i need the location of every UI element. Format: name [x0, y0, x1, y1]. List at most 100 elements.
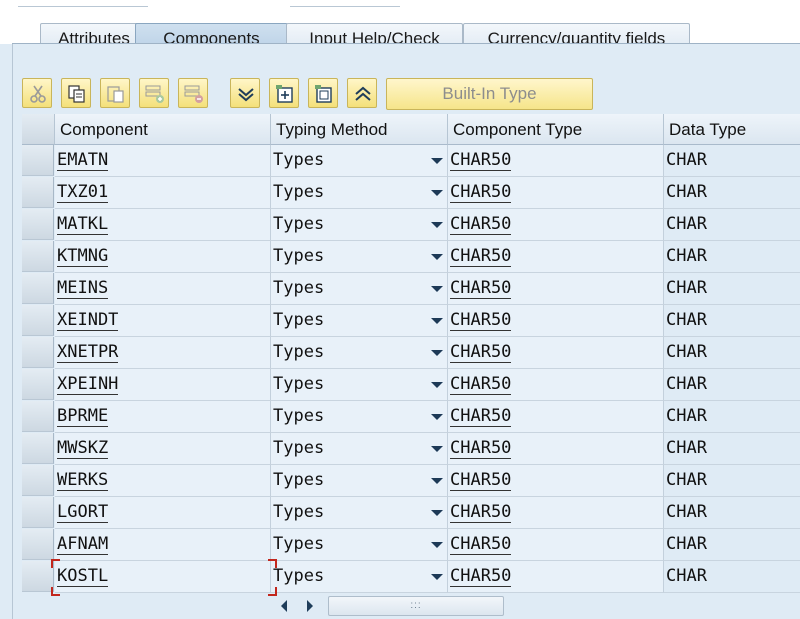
dropdown-arrow-icon[interactable] — [431, 190, 443, 196]
component-cell[interactable]: XNETPR — [55, 337, 271, 369]
select-all-corner[interactable] — [22, 114, 55, 145]
header-component-type[interactable]: Component Type — [448, 114, 664, 145]
component-type-cell-value[interactable]: CHAR50 — [450, 502, 512, 523]
component-type-cell-value[interactable]: CHAR50 — [450, 534, 512, 555]
dropdown-arrow-icon[interactable] — [431, 158, 443, 164]
typing-method-dropdown[interactable]: Types — [271, 273, 448, 305]
dropdown-arrow-icon[interactable] — [431, 414, 443, 420]
component-cell-value[interactable]: AFNAM — [57, 534, 109, 555]
component-cell[interactable]: BPRME — [55, 401, 271, 433]
component-type-cell[interactable]: CHAR50 — [448, 177, 664, 209]
row-selector[interactable] — [22, 497, 54, 528]
typing-method-dropdown[interactable]: Types — [271, 305, 448, 337]
typing-method-dropdown[interactable]: Types — [271, 241, 448, 273]
component-cell[interactable]: TXZ01 — [55, 177, 271, 209]
dropdown-arrow-icon[interactable] — [431, 254, 443, 260]
component-cell-value[interactable]: MEINS — [57, 278, 109, 299]
component-type-cell[interactable]: CHAR50 — [448, 465, 664, 497]
component-cell[interactable]: AFNAM — [55, 529, 271, 561]
component-cell-value[interactable]: TXZ01 — [57, 182, 109, 203]
component-cell-value[interactable]: XNETPR — [57, 342, 119, 363]
dropdown-arrow-icon[interactable] — [431, 318, 443, 324]
component-cell-value[interactable]: XEINDT — [57, 310, 119, 331]
component-type-cell-value[interactable]: CHAR50 — [450, 150, 512, 171]
component-type-cell-value[interactable]: CHAR50 — [450, 374, 512, 395]
move-up-button[interactable] — [347, 78, 377, 108]
typing-method-dropdown[interactable]: Types — [271, 177, 448, 209]
row-selector[interactable] — [22, 241, 54, 272]
component-type-cell[interactable]: CHAR50 — [448, 497, 664, 529]
component-type-cell[interactable]: CHAR50 — [448, 401, 664, 433]
component-type-cell-value[interactable]: CHAR50 — [450, 470, 512, 491]
row-selector[interactable] — [22, 305, 54, 336]
delete-row-button[interactable] — [178, 78, 208, 108]
row-selector[interactable] — [22, 561, 54, 592]
component-cell[interactable]: WERKS — [55, 465, 271, 497]
component-type-cell[interactable]: CHAR50 — [448, 337, 664, 369]
typing-method-dropdown[interactable]: Types — [271, 401, 448, 433]
typing-method-dropdown[interactable]: Types — [271, 433, 448, 465]
dropdown-arrow-icon[interactable] — [431, 350, 443, 356]
row-selector[interactable] — [22, 529, 54, 560]
dropdown-arrow-icon[interactable] — [431, 478, 443, 484]
component-type-cell-value[interactable]: CHAR50 — [450, 182, 512, 203]
component-cell[interactable]: XPEINH — [55, 369, 271, 401]
row-selector[interactable] — [22, 209, 54, 240]
typing-method-dropdown[interactable]: Types — [271, 529, 448, 561]
cut-button[interactable] — [22, 78, 52, 108]
copy-button[interactable] — [61, 78, 91, 108]
row-selector[interactable] — [22, 465, 54, 496]
component-cell[interactable]: MWSKZ — [55, 433, 271, 465]
component-cell[interactable]: XEINDT — [55, 305, 271, 337]
component-cell-value[interactable]: KTMNG — [57, 246, 109, 267]
row-selector[interactable] — [22, 273, 54, 304]
component-cell[interactable]: LGORT — [55, 497, 271, 529]
header-typing-method[interactable]: Typing Method — [271, 114, 448, 145]
dropdown-arrow-icon[interactable] — [431, 382, 443, 388]
paste-button[interactable] — [100, 78, 130, 108]
dropdown-arrow-icon[interactable] — [431, 542, 443, 548]
component-cell-value[interactable]: MATKL — [57, 214, 109, 235]
component-type-cell[interactable]: CHAR50 — [448, 305, 664, 337]
component-cell[interactable]: KOSTL — [55, 561, 271, 593]
move-down-button[interactable] — [230, 78, 260, 108]
row-selector[interactable] — [22, 433, 54, 464]
scroll-right-icon[interactable] — [304, 599, 316, 613]
header-component[interactable]: Component — [55, 114, 271, 145]
component-type-cell-value[interactable]: CHAR50 — [450, 438, 512, 459]
dropdown-arrow-icon[interactable] — [431, 222, 443, 228]
component-type-cell[interactable]: CHAR50 — [448, 561, 664, 593]
typing-method-dropdown[interactable]: Types — [271, 209, 448, 241]
component-type-cell[interactable]: CHAR50 — [448, 433, 664, 465]
built-in-type-button[interactable]: Built-In Type — [386, 78, 593, 110]
typing-method-dropdown[interactable]: Types — [271, 337, 448, 369]
component-cell[interactable]: MEINS — [55, 273, 271, 305]
component-cell-value[interactable]: BPRME — [57, 406, 109, 427]
dropdown-arrow-icon[interactable] — [431, 446, 443, 452]
component-type-cell-value[interactable]: CHAR50 — [450, 214, 512, 235]
insert-row-button[interactable] — [139, 78, 169, 108]
component-type-cell-value[interactable]: CHAR50 — [450, 278, 512, 299]
component-cell-value[interactable]: EMATN — [57, 150, 109, 171]
dropdown-arrow-icon[interactable] — [431, 510, 443, 516]
row-selector[interactable] — [22, 369, 54, 400]
typing-method-dropdown[interactable]: Types — [271, 145, 448, 177]
component-cell-value[interactable]: LGORT — [57, 502, 109, 523]
component-cell-value[interactable]: MWSKZ — [57, 438, 109, 459]
typing-method-dropdown[interactable]: Types — [271, 369, 448, 401]
row-selector[interactable] — [22, 337, 54, 368]
component-cell[interactable]: MATKL — [55, 209, 271, 241]
row-selector[interactable] — [22, 145, 54, 176]
row-selector[interactable] — [22, 401, 54, 432]
typing-method-dropdown[interactable]: Types — [271, 465, 448, 497]
header-data-type[interactable]: Data Type — [664, 114, 800, 145]
component-type-cell[interactable]: CHAR50 — [448, 145, 664, 177]
scroll-thumb[interactable]: ::: — [328, 596, 504, 616]
component-type-cell-value[interactable]: CHAR50 — [450, 246, 512, 267]
component-cell[interactable]: EMATN — [55, 145, 271, 177]
component-type-cell-value[interactable]: CHAR50 — [450, 342, 512, 363]
component-type-cell[interactable]: CHAR50 — [448, 529, 664, 561]
component-type-cell[interactable]: CHAR50 — [448, 369, 664, 401]
component-type-cell[interactable]: CHAR50 — [448, 209, 664, 241]
component-cell-value[interactable]: XPEINH — [57, 374, 119, 395]
